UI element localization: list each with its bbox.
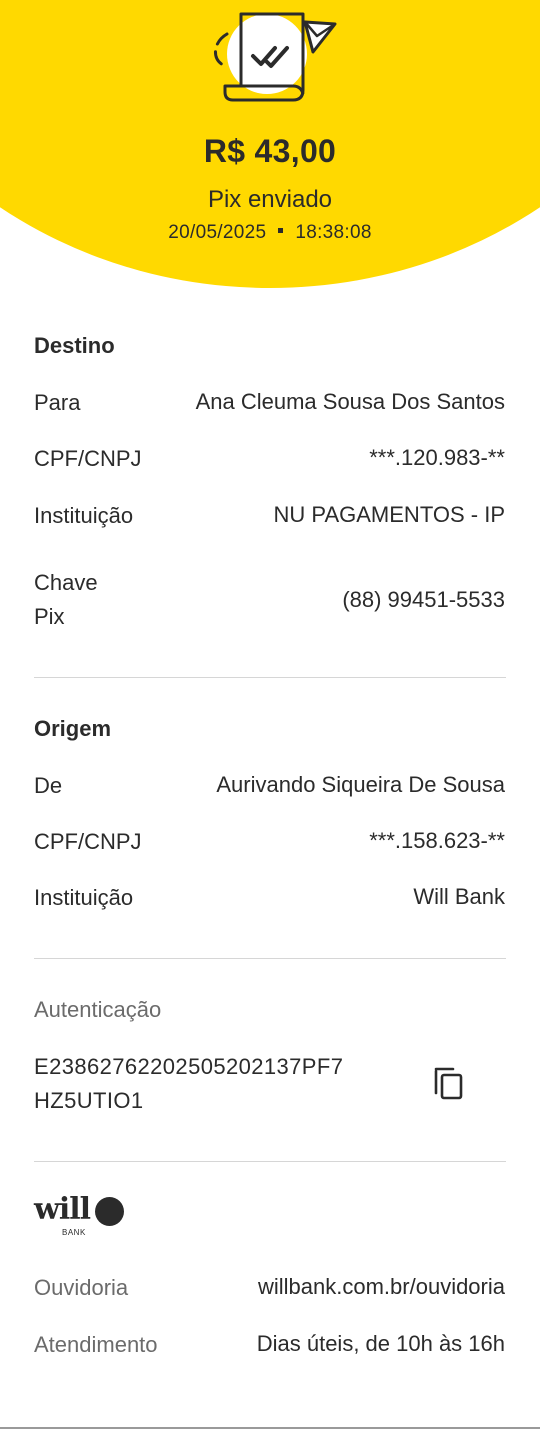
copy-icon[interactable] bbox=[433, 1065, 465, 1101]
origem-de-value: Aurivando Siqueira De Sousa bbox=[216, 772, 505, 797]
ouvidoria-label: Ouvidoria bbox=[34, 1275, 129, 1300]
destino-cpf-value: ***.120.983-** bbox=[369, 445, 505, 470]
destino-para-value: Ana Cleuma Sousa Dos Santos bbox=[195, 389, 505, 414]
origem-cpf-label: CPF/CNPJ bbox=[34, 829, 142, 854]
destino-section-title: Destino bbox=[34, 333, 115, 358]
atendimento-value: Dias úteis, de 10h às 16h bbox=[256, 1331, 505, 1356]
destino-chave-label-line2: Pix bbox=[34, 604, 65, 629]
receipt-header: R$ 43,00 Pix enviado 20/05/2025 18:38:08 bbox=[0, 0, 540, 300]
transfer-amount: R$ 43,00 bbox=[203, 133, 337, 169]
transfer-status: Pix enviado bbox=[207, 186, 333, 213]
ouvidoria-link[interactable]: willbank.com.br/ouvidoria bbox=[258, 1274, 505, 1300]
transfer-time: 18:38:08 bbox=[295, 222, 372, 243]
separator-dot bbox=[278, 228, 284, 234]
logo-word: will bbox=[34, 1192, 91, 1227]
divider bbox=[34, 958, 506, 959]
autenticacao-code: E23862762202505202137PF7 HZ5UTIO1 bbox=[34, 1050, 343, 1118]
transfer-date: 20/05/2025 bbox=[168, 222, 267, 243]
destino-cpf-label: CPF/CNPJ bbox=[34, 446, 142, 471]
divider bbox=[34, 1161, 506, 1162]
divider bbox=[34, 677, 506, 678]
destino-para-label: Para bbox=[34, 390, 81, 415]
origem-cpf-value: ***.158.623-** bbox=[369, 828, 505, 853]
destino-chave-label-line1: Chave bbox=[34, 570, 98, 595]
autenticacao-code-line1: E23862762202505202137PF7 bbox=[34, 1054, 344, 1079]
will-bank-logo: will BANK bbox=[34, 1192, 129, 1242]
logo-subtitle: BANK bbox=[62, 1228, 86, 1237]
destino-instituicao-value: NU PAGAMENTOS - IP bbox=[273, 502, 505, 527]
origem-de-label: De bbox=[34, 773, 63, 798]
logo-dot bbox=[95, 1197, 124, 1226]
destino-instituicao-label: Instituição bbox=[34, 503, 134, 528]
origem-instituicao-label: Instituição bbox=[34, 885, 134, 910]
receipt-sent-icon bbox=[214, 12, 337, 102]
atendimento-label: Atendimento bbox=[34, 1332, 158, 1357]
origem-instituicao-value: Will Bank bbox=[413, 884, 505, 909]
autenticacao-code-line2: HZ5UTIO1 bbox=[34, 1088, 144, 1113]
origem-section-title: Origem bbox=[34, 716, 112, 741]
destino-chave-value: (88) 99451-5533 bbox=[342, 587, 505, 612]
autenticacao-label: Autenticação bbox=[34, 997, 162, 1022]
transfer-datetime: 20/05/2025 18:38:08 bbox=[0, 222, 540, 244]
